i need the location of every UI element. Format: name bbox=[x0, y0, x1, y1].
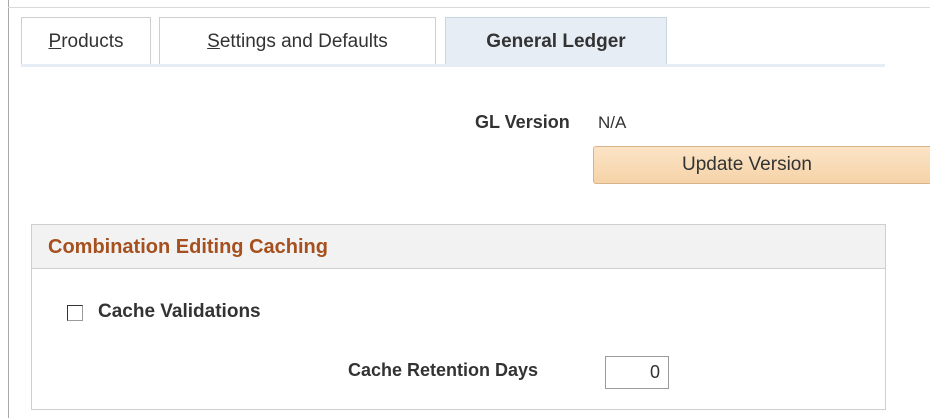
page-left-border bbox=[8, 0, 9, 418]
groupbox-title: Combination Editing Caching bbox=[48, 236, 328, 258]
update-version-button[interactable]: Update Version bbox=[593, 146, 930, 184]
gl-version-value: N/A bbox=[598, 113, 627, 132]
tab-general-ledger[interactable]: General Ledger bbox=[445, 17, 667, 65]
groupbox-header: Combination Editing Caching bbox=[32, 225, 885, 269]
combination-editing-caching-groupbox: Combination Editing Caching Cache Valida… bbox=[31, 224, 886, 410]
tab-underline bbox=[21, 64, 885, 67]
tab-settings-and-defaults[interactable]: Settings and Defaults bbox=[159, 17, 436, 65]
tab-general-ledger-label: General Ledger bbox=[486, 30, 626, 52]
tab-products-label: Products bbox=[48, 30, 124, 52]
cache-retention-days-input[interactable] bbox=[605, 356, 669, 389]
gl-version-label: GL Version bbox=[475, 112, 570, 132]
page-top-border bbox=[8, 7, 930, 8]
cache-validations-label[interactable]: Cache Validations bbox=[98, 301, 261, 323]
tab-products[interactable]: Products bbox=[21, 17, 151, 65]
tab-bar: Products Settings and Defaults General L… bbox=[21, 17, 885, 67]
tab-settings-label: Settings and Defaults bbox=[207, 30, 388, 52]
update-version-button-label: Update Version bbox=[682, 154, 812, 175]
cache-retention-days-label: Cache Retention Days bbox=[348, 360, 539, 380]
cache-validations-checkbox[interactable] bbox=[67, 305, 83, 321]
